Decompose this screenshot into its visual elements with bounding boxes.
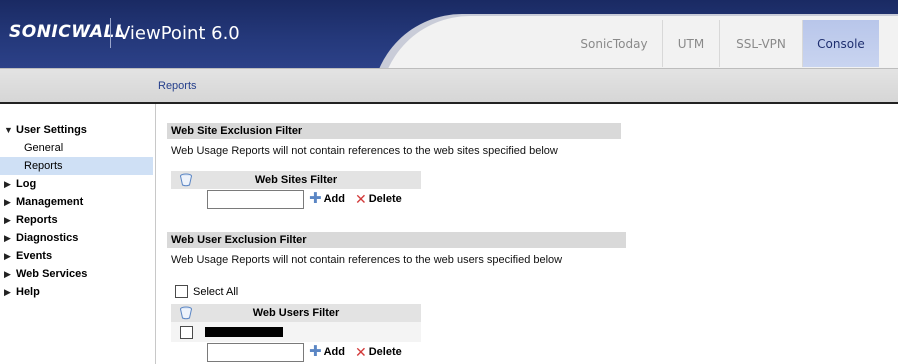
user-filter-title: Web User Exclusion Filter: [167, 232, 626, 248]
delete-label: Delete: [368, 193, 402, 205]
sidebar-item-label: Log: [16, 178, 37, 190]
sidebar-item-help[interactable]: ▶ Help: [0, 283, 153, 301]
plus-icon: ✚: [309, 343, 322, 360]
sidebar-item-label: Events: [16, 250, 53, 262]
sidebar: ▼ User Settings General Reports ▶ Log ▶ …: [0, 104, 156, 364]
collapsed-triangle-icon: ▶: [4, 215, 11, 225]
web-users-filter-label: Web Users Filter: [252, 307, 340, 319]
sidebar-item-general[interactable]: General: [0, 139, 153, 157]
logo-separator: [110, 18, 111, 48]
sub-navigation: Reports: [0, 68, 898, 102]
sidebar-item-label: Reports: [24, 160, 63, 172]
sidebar-item-label: Help: [16, 286, 40, 298]
sidebar-item-reports-selected[interactable]: Reports: [0, 157, 153, 175]
sidebar-item-reports[interactable]: ▶ Reports: [0, 211, 153, 229]
sidebar-item-label: Management: [16, 196, 84, 208]
web-sites-filter-label: Web Sites Filter: [254, 174, 338, 186]
collapsed-triangle-icon: ▶: [4, 287, 11, 297]
delete-site-button[interactable]: ✕ Delete: [355, 192, 402, 206]
plus-icon: ✚: [309, 190, 322, 207]
collapsed-triangle-icon: ▶: [4, 233, 11, 243]
collapsed-triangle-icon: ▶: [4, 179, 11, 189]
sidebar-item-label: Web Services: [16, 268, 88, 280]
delete-x-icon: ✕: [355, 191, 367, 207]
delete-user-button[interactable]: ✕ Delete: [355, 345, 402, 359]
web-users-filter-header: Web Users Filter: [171, 304, 421, 322]
expanded-triangle-icon: ▼: [4, 125, 13, 135]
delete-label: Delete: [368, 346, 402, 358]
sidebar-item-events[interactable]: ▶ Events: [0, 247, 153, 265]
delete-x-icon: ✕: [355, 344, 367, 360]
app-header: SONICWALL ViewPoint 6.0 SonicToday UTM S…: [0, 0, 898, 68]
web-user-input[interactable]: [207, 343, 304, 362]
sonicwall-logo: SONICWALL: [9, 22, 127, 42]
collapsed-triangle-icon: ▶: [4, 197, 11, 207]
user-filter-description: Web Usage Reports will not contain refer…: [171, 254, 563, 266]
sidebar-item-label: General: [24, 142, 64, 154]
top-tabs: SonicToday UTM SSL-VPN Console: [566, 20, 879, 68]
sidebar-item-label: Reports: [16, 214, 58, 226]
add-label: Add: [323, 346, 345, 358]
site-filter-title: Web Site Exclusion Filter: [167, 123, 621, 139]
web-site-input[interactable]: [207, 190, 304, 209]
sidebar-item-label: Diagnostics: [16, 232, 79, 244]
user-row-checkbox[interactable]: [180, 326, 193, 339]
add-site-button[interactable]: ✚ Add: [309, 190, 345, 207]
tab-console[interactable]: Console: [802, 20, 879, 67]
sidebar-item-label: User Settings: [16, 124, 87, 136]
web-sites-filter-header: Web Sites Filter: [171, 171, 421, 189]
collapsed-triangle-icon: ▶: [4, 269, 11, 279]
app-title: ViewPoint 6.0: [118, 23, 240, 44]
collapsed-triangle-icon: ▶: [4, 251, 11, 261]
breadcrumb-reports[interactable]: Reports: [158, 80, 197, 92]
tab-sonictoday[interactable]: SonicToday: [566, 20, 662, 67]
sidebar-item-management[interactable]: ▶ Management: [0, 193, 153, 211]
select-all-label: Select All: [193, 286, 239, 298]
sidebar-item-web-services[interactable]: ▶ Web Services: [0, 265, 153, 283]
select-all-checkbox[interactable]: [175, 285, 188, 298]
sidebar-item-user-settings[interactable]: ▼ User Settings: [0, 121, 153, 139]
tab-utm[interactable]: UTM: [662, 20, 719, 67]
site-filter-description: Web Usage Reports will not contain refer…: [171, 145, 558, 157]
add-user-button[interactable]: ✚ Add: [309, 343, 345, 360]
tab-ssl-vpn[interactable]: SSL-VPN: [719, 20, 802, 67]
redacted-username: [205, 327, 283, 337]
sidebar-item-diagnostics[interactable]: ▶ Diagnostics: [0, 229, 153, 247]
sidebar-item-log[interactable]: ▶ Log: [0, 175, 153, 193]
add-label: Add: [323, 193, 345, 205]
